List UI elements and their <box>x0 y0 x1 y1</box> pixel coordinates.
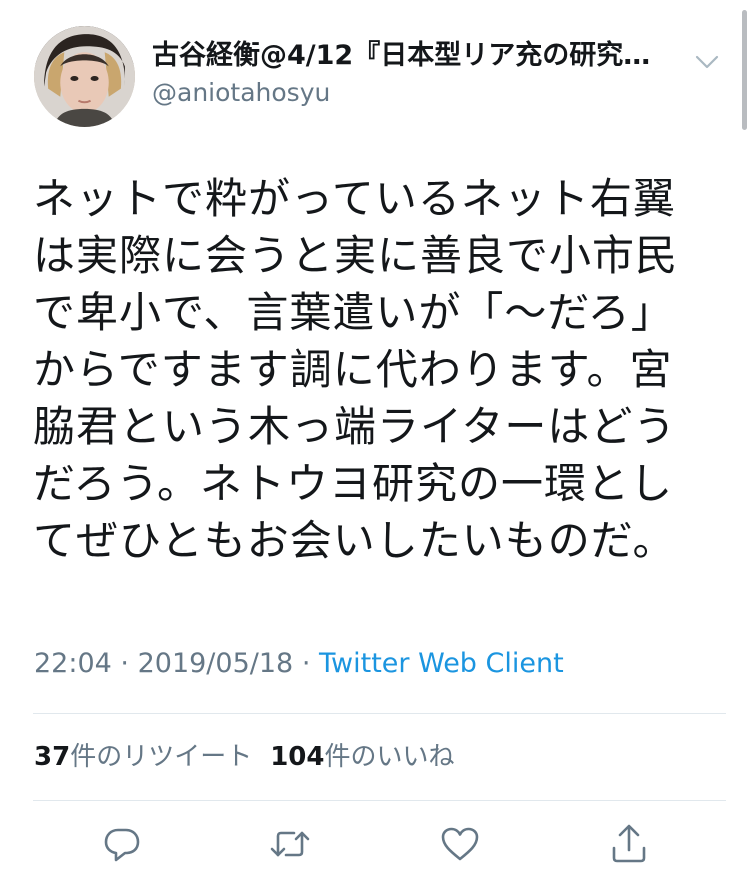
retweet-count: 37 <box>34 742 71 772</box>
tweet-text-line: で卑小で、言葉遣いが「〜だろ」 <box>33 288 674 337</box>
tweet-text-line: は実際に会うと実に善良で小市民 <box>33 231 679 280</box>
author-names: 古谷経衡@4/12『日本型リア充の研究… @aniotahosyu <box>152 38 672 110</box>
tweet-text-line: てぜひともお会いしたいものだ。 <box>33 516 676 565</box>
chevron-down-icon[interactable] <box>694 52 720 72</box>
retweet-stat[interactable]: 37件のリツイート <box>34 742 252 772</box>
tweet-text-line: からですます調に代わります。宮 <box>33 345 673 394</box>
tweet-stats: 37件のリツイート 104件のいいね <box>34 739 455 775</box>
share-icon[interactable] <box>607 822 651 866</box>
like-count: 104 <box>270 742 325 772</box>
retweet-label: 件のリツイート <box>70 742 253 772</box>
reply-icon[interactable] <box>100 822 144 866</box>
author-handle[interactable]: @aniotahosyu <box>152 76 672 110</box>
tweet-text-line: 脇君という木っ端ライターはどう <box>33 402 677 451</box>
tweet-time: 22:04 <box>34 648 112 679</box>
user-avatar[interactable] <box>34 26 135 127</box>
avatar-image <box>34 26 135 127</box>
scrollbar[interactable] <box>742 10 747 130</box>
tweet-header: 古谷経衡@4/12『日本型リア充の研究… @aniotahosyu <box>34 26 724 130</box>
like-stat[interactable]: 104件のいいね <box>270 742 454 772</box>
tweet-date: 2019/05/18 <box>137 648 294 679</box>
author-display-name[interactable]: 古谷経衡@4/12『日本型リア充の研究… <box>152 38 672 74</box>
like-label: 件のいいね <box>324 742 455 772</box>
divider <box>33 800 726 801</box>
tweet-text-line: だろう。ネトウヨ研究の一環とし <box>33 459 673 508</box>
tweet-text: ネットで粋がっているネット右翼 は実際に会うと実に善良で小市民 で卑小で、言葉遣… <box>33 170 723 569</box>
retweet-icon[interactable] <box>268 822 312 866</box>
tweet-client-link[interactable]: Twitter Web Client <box>319 648 564 679</box>
meta-separator: · <box>120 648 129 679</box>
meta-separator: · <box>301 648 311 679</box>
tweet-text-line: ネットで粋がっているネット右翼 <box>33 174 676 223</box>
heart-icon[interactable] <box>438 822 482 866</box>
tweet-actions <box>0 822 750 872</box>
divider <box>33 713 726 714</box>
tweet-metadata: 22:04 · 2019/05/18 · Twitter Web Client <box>34 646 564 682</box>
